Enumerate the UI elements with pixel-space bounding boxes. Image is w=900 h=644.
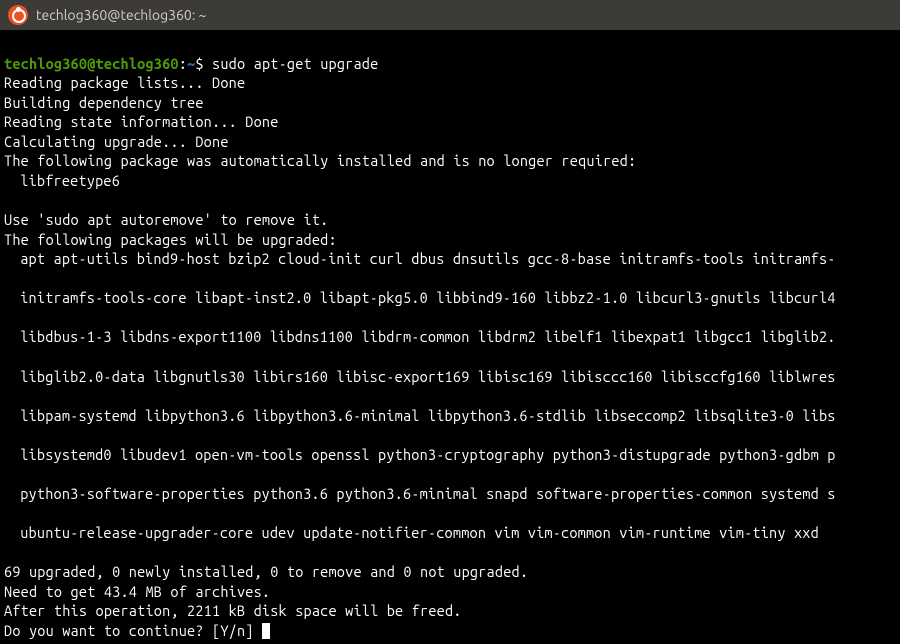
output-line: The following package was automatically … <box>4 152 636 169</box>
output-line: initramfs-tools-core libapt-inst2.0 liba… <box>4 288 896 308</box>
output-line: libpam-systemd libpython3.6 libpython3.6… <box>4 406 896 426</box>
output-line: After this operation, 2211 kB disk space… <box>4 602 462 619</box>
cursor-icon <box>262 623 270 639</box>
prompt-userhost: techlog360@techlog360 <box>4 55 179 72</box>
output-line: libsystemd0 libudev1 open-vm-tools opens… <box>4 445 896 465</box>
output-line: Need to get 43.4 MB of archives. <box>4 583 270 600</box>
command-text: sudo apt-get upgrade <box>212 55 378 72</box>
output-line: Calculating upgrade... Done <box>4 133 229 150</box>
output-line: libfreetype6 <box>4 171 896 191</box>
output-line: The following packages will be upgraded: <box>4 231 337 248</box>
prompt-line: techlog360@techlog360:~$ sudo apt-get up… <box>4 55 378 72</box>
output-line: 69 upgraded, 0 newly installed, 0 to rem… <box>4 563 528 580</box>
output-line: Reading state information... Done <box>4 113 279 130</box>
prompt-symbol: $ <box>195 55 203 72</box>
output-line: libdbus-1-3 libdns-export1100 libdns1100… <box>4 327 896 347</box>
window-titlebar: techlog360@techlog360: ~ <box>0 0 900 30</box>
terminal-viewport[interactable]: techlog360@techlog360:~$ sudo apt-get up… <box>0 30 900 644</box>
continue-prompt-text: Do you want to continue? [Y/n] <box>4 622 262 639</box>
output-line: Use 'sudo apt autoremove' to remove it. <box>4 211 328 228</box>
prompt-separator: : <box>179 55 187 72</box>
window-title: techlog360@techlog360: ~ <box>36 6 206 25</box>
continue-prompt[interactable]: Do you want to continue? [Y/n] <box>4 622 270 639</box>
ubuntu-logo-icon <box>8 5 28 25</box>
output-line: python3-software-properties python3.6 py… <box>4 484 896 504</box>
output-line: Reading package lists... Done <box>4 74 245 91</box>
output-line: Building dependency tree <box>4 94 204 111</box>
output-line: apt apt-utils bind9-host bzip2 cloud-ini… <box>4 249 896 269</box>
output-line: libglib2.0-data libgnutls30 libirs160 li… <box>4 367 896 387</box>
output-line: ubuntu-release-upgrader-core udev update… <box>4 523 896 543</box>
